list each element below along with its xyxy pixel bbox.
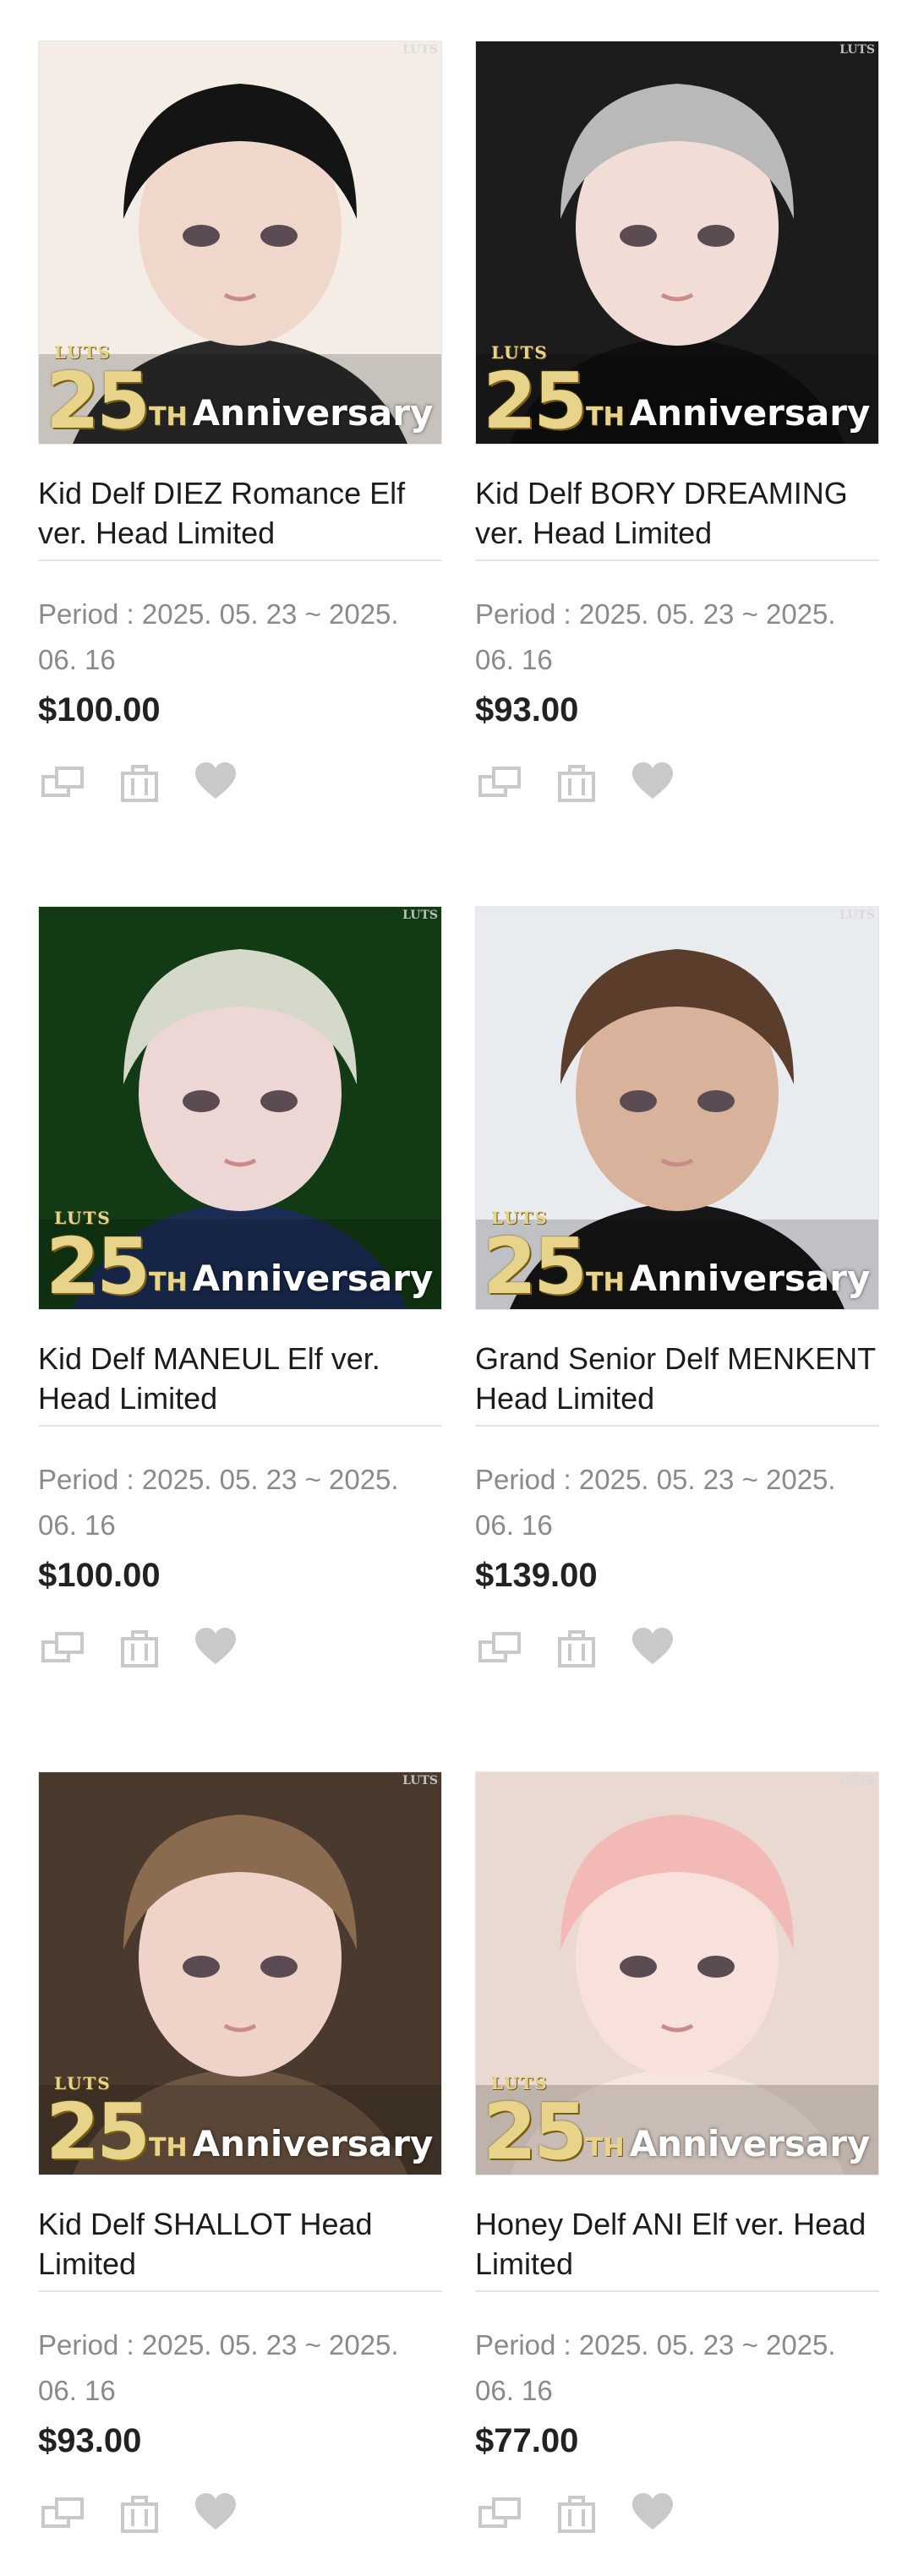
divider	[475, 2290, 879, 2292]
compare-icon	[40, 758, 87, 810]
divider	[38, 559, 442, 561]
product-card: LUTS LUTS 25 TH Anniversary Kid Delf SHALLOT…	[38, 1771, 442, 2540]
heart-icon	[629, 1624, 676, 1675]
anniversary-logo: LUTS	[54, 1208, 112, 1228]
action-row	[475, 1624, 879, 1674]
period-text: Period : 2025. 05. 23 ~ 2025. 06. 16	[475, 1464, 836, 1541]
action-row	[475, 2489, 879, 2540]
action-row	[475, 758, 879, 809]
cart-icon	[553, 758, 600, 810]
anniversary-logo: LUTS	[491, 2073, 549, 2093]
product-card: LUTS LUTS 25 TH Anniversary Honey Delf ANI E…	[475, 1771, 879, 2540]
product-card: LUTS LUTS 25 TH Anniversary Kid Delf DIEZ Ro…	[38, 41, 442, 809]
anniversary-logo: LUTS	[491, 342, 549, 363]
product-price: $100.00	[38, 691, 161, 729]
doll-portrait-image	[39, 41, 441, 444]
divider	[38, 1425, 442, 1427]
product-name-link[interactable]: Honey Delf ANI Elf ver. Head Limited	[475, 2204, 879, 2285]
product-name-link[interactable]: Grand Senior Delf MENKENT Head Limited	[475, 1339, 879, 1420]
product-grid: LUTS LUTS 25 TH Anniversary Kid Delf DIEZ Ro…	[0, 0, 913, 2576]
compare-button[interactable]	[38, 758, 89, 809]
product-price: $93.00	[475, 691, 579, 729]
doll-portrait-image	[476, 41, 878, 444]
heart-icon	[192, 1624, 239, 1675]
product-price: $93.00	[38, 2422, 142, 2459]
compare-icon	[40, 1624, 87, 1675]
product-card: LUTS LUTS 25 TH Anniversary Grand Senior Del…	[475, 906, 879, 1674]
wishlist-button[interactable]	[627, 758, 678, 809]
compare-button[interactable]	[475, 1624, 526, 1674]
wishlist-button[interactable]	[627, 1624, 678, 1674]
wishlist-button[interactable]	[190, 758, 241, 809]
product-price: $139.00	[475, 1557, 598, 1594]
compare-icon	[477, 1624, 524, 1675]
add-to-cart-button[interactable]	[551, 1624, 602, 1674]
product-image[interactable]: LUTS LUTS 25 TH Anniversary	[38, 1771, 442, 2175]
action-row	[38, 758, 442, 809]
period-text: Period : 2025. 05. 23 ~ 2025. 06. 16	[38, 2329, 399, 2406]
period-text: Period : 2025. 05. 23 ~ 2025. 06. 16	[475, 2329, 836, 2406]
anniversary-logo: LUTS	[491, 1208, 549, 1228]
cart-icon	[116, 758, 163, 810]
compare-button[interactable]	[38, 1624, 89, 1674]
cart-icon	[553, 1624, 600, 1675]
product-name-link[interactable]: Kid Delf DIEZ Romance Elf ver. Head Limi…	[38, 473, 442, 554]
brand-watermark: LUTS	[839, 909, 875, 922]
anniversary-logo: LUTS	[54, 2073, 112, 2093]
period-text: Period : 2025. 05. 23 ~ 2025. 06. 16	[475, 598, 836, 675]
divider	[475, 559, 879, 561]
heart-icon	[629, 2489, 676, 2541]
product-image[interactable]: LUTS LUTS 25 TH Anniversary	[475, 906, 879, 1310]
add-to-cart-button[interactable]	[551, 2489, 602, 2540]
cart-icon	[116, 2489, 163, 2541]
brand-watermark: LUTS	[402, 43, 438, 57]
product-card: LUTS LUTS 25 TH Anniversary Kid Delf MANEUL …	[38, 906, 442, 1674]
add-to-cart-button[interactable]	[114, 758, 165, 809]
period-text: Period : 2025. 05. 23 ~ 2025. 06. 16	[38, 1464, 399, 1541]
compare-icon	[477, 758, 524, 810]
divider	[475, 1425, 879, 1427]
add-to-cart-button[interactable]	[114, 2489, 165, 2540]
brand-watermark: LUTS	[402, 1774, 438, 1787]
add-to-cart-button[interactable]	[114, 1624, 165, 1674]
compare-icon	[477, 2489, 524, 2541]
doll-portrait-image	[39, 907, 441, 1309]
brand-watermark: LUTS	[839, 1774, 875, 1787]
doll-portrait-image	[39, 1772, 441, 2175]
brand-watermark: LUTS	[839, 43, 875, 57]
wishlist-button[interactable]	[627, 2489, 678, 2540]
product-image[interactable]: LUTS LUTS 25 TH Anniversary	[475, 41, 879, 445]
compare-button[interactable]	[38, 2489, 89, 2540]
cart-icon	[553, 2489, 600, 2541]
anniversary-logo: LUTS	[54, 342, 112, 363]
divider	[38, 2290, 442, 2292]
cart-icon	[116, 1624, 163, 1675]
period-text: Period : 2025. 05. 23 ~ 2025. 06. 16	[38, 598, 399, 675]
wishlist-button[interactable]	[190, 2489, 241, 2540]
product-name-link[interactable]: Kid Delf SHALLOT Head Limited	[38, 2204, 442, 2285]
product-price: $100.00	[38, 1557, 161, 1594]
heart-icon	[192, 758, 239, 810]
product-image[interactable]: LUTS LUTS 25 TH Anniversary	[38, 41, 442, 445]
product-image[interactable]: LUTS LUTS 25 TH Anniversary	[38, 906, 442, 1310]
wishlist-button[interactable]	[190, 1624, 241, 1674]
product-price: $77.00	[475, 2422, 579, 2459]
product-card: LUTS LUTS 25 TH Anniversary Kid Delf BORY DR…	[475, 41, 879, 809]
compare-button[interactable]	[475, 2489, 526, 2540]
heart-icon	[629, 758, 676, 810]
product-image[interactable]: LUTS LUTS 25 TH Anniversary	[475, 1771, 879, 2175]
heart-icon	[192, 2489, 239, 2541]
add-to-cart-button[interactable]	[551, 758, 602, 809]
doll-portrait-image	[476, 907, 878, 1309]
action-row	[38, 2489, 442, 2540]
doll-portrait-image	[476, 1772, 878, 2175]
brand-watermark: LUTS	[402, 909, 438, 922]
action-row	[38, 1624, 442, 1674]
product-name-link[interactable]: Kid Delf MANEUL Elf ver. Head Limited	[38, 1339, 442, 1420]
compare-button[interactable]	[475, 758, 526, 809]
product-name-link[interactable]: Kid Delf BORY DREAMING ver. Head Limited	[475, 473, 879, 554]
compare-icon	[40, 2489, 87, 2541]
